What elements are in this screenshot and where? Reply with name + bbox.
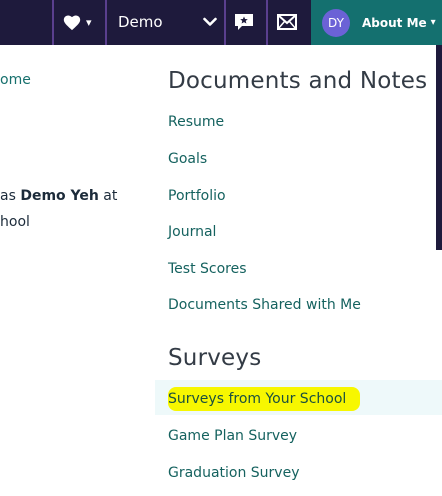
logged-in-suffix: at (98, 188, 118, 204)
messages-button[interactable] (234, 13, 254, 31)
school-select-value: Demo (118, 13, 163, 31)
menu-link-goals[interactable]: Goals (168, 149, 207, 169)
documents-section-title: Documents and Notes (168, 68, 428, 94)
favorites-menu-button[interactable]: ▾ (62, 8, 102, 36)
avatar: DY (322, 8, 350, 37)
home-link-fragment[interactable]: ome (0, 70, 31, 90)
menu-link-game-plan-survey[interactable]: Game Plan Survey (168, 426, 297, 446)
menu-link-surveys-from-school[interactable]: Surveys from Your School (168, 387, 361, 411)
menu-link-documents-shared[interactable]: Documents Shared with Me (168, 295, 361, 315)
logged-in-as-text: as Demo Yeh at (0, 186, 117, 206)
school-select-dropdown[interactable]: Demo (109, 8, 221, 36)
about-me-label: About Me (362, 15, 427, 30)
favorites-caret: ▾ (86, 15, 92, 29)
about-me-menu-button[interactable]: DY About Me ▾ (311, 0, 442, 45)
mail-icon (277, 14, 297, 30)
chat-icon (235, 14, 253, 30)
top-navigation-bar: ▾ Demo DY About Me ▾ (0, 0, 442, 45)
school-name-fragment: hool (0, 214, 30, 230)
scrollbar[interactable] (436, 45, 442, 250)
nav-separator (52, 0, 54, 45)
logged-in-user-name: Demo Yeh (20, 188, 99, 204)
menu-link-test-scores[interactable]: Test Scores (168, 259, 247, 279)
menu-link-resume[interactable]: Resume (168, 112, 224, 132)
chevron-down-icon (203, 17, 217, 26)
nav-separator (266, 0, 268, 45)
about-me-caret: ▾ (430, 17, 436, 28)
menu-link-portfolio[interactable]: Portfolio (168, 186, 226, 206)
nav-separator (105, 0, 107, 45)
menu-link-graduation-survey[interactable]: Graduation Survey (168, 463, 300, 483)
menu-link-journal[interactable]: Journal (168, 222, 216, 242)
nav-separator (224, 0, 226, 45)
surveys-section-title: Surveys (168, 345, 262, 371)
mail-button[interactable] (277, 14, 297, 30)
heart-icon (63, 15, 81, 31)
logged-in-prefix: as (0, 188, 21, 204)
